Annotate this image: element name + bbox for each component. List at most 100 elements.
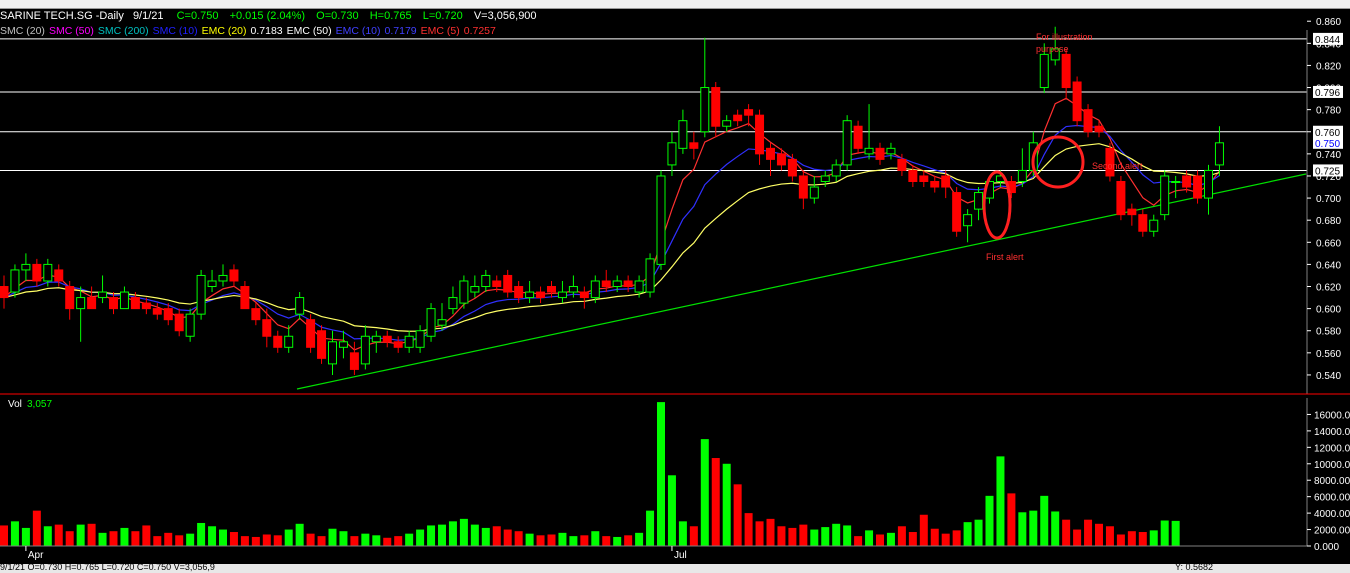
volume-bar bbox=[624, 535, 633, 546]
price-tick-label: 0.580 bbox=[1316, 327, 1341, 338]
candle-body bbox=[382, 335, 392, 343]
candle-body bbox=[634, 280, 644, 293]
candle-body bbox=[262, 319, 272, 337]
candle-body bbox=[974, 192, 984, 210]
price-tick-label: 0.600 bbox=[1316, 305, 1341, 316]
level-tag-label: 0.796 bbox=[1315, 88, 1340, 99]
volume-bar bbox=[569, 536, 578, 546]
volume-bar bbox=[153, 536, 162, 546]
candle-body bbox=[349, 352, 359, 370]
candle-body bbox=[65, 286, 75, 310]
price-tick-label: 0.640 bbox=[1316, 260, 1341, 271]
volume-bar bbox=[470, 524, 479, 546]
volume-bar bbox=[1171, 520, 1180, 546]
candle-body bbox=[207, 280, 217, 288]
candle-body bbox=[240, 286, 250, 310]
volume-bar bbox=[350, 536, 359, 546]
volume-bar bbox=[930, 528, 939, 546]
volume-bar bbox=[700, 439, 709, 546]
status-left: 9/1/21 O=0.730 H=0.765 L=0.720 C=0.750 V… bbox=[0, 562, 215, 572]
price-tick-label: 0.700 bbox=[1316, 194, 1341, 205]
candle-body bbox=[119, 291, 129, 310]
volume-bar bbox=[1062, 519, 1071, 546]
volume-bar bbox=[536, 535, 545, 546]
volume-bar bbox=[32, 510, 41, 546]
price-tick-label: 0.560 bbox=[1316, 349, 1341, 360]
candle-body bbox=[1127, 208, 1137, 216]
volume-bar bbox=[788, 527, 797, 546]
candle-body bbox=[908, 169, 918, 182]
date-axis: Apr Jul bbox=[25, 546, 687, 561]
candle-body bbox=[744, 109, 754, 116]
candle-body bbox=[503, 274, 513, 293]
candle-body bbox=[623, 280, 633, 288]
volume-bar bbox=[908, 532, 917, 546]
volume-bar bbox=[416, 529, 425, 546]
volume-bar bbox=[65, 531, 74, 546]
candle-body bbox=[174, 313, 184, 332]
candle-body bbox=[470, 286, 480, 293]
volume-bar bbox=[1127, 531, 1136, 546]
volume-bar bbox=[427, 525, 436, 546]
volume-bar bbox=[777, 526, 786, 546]
volume-bar bbox=[295, 523, 304, 546]
volume-bar bbox=[678, 521, 687, 546]
volume-bar bbox=[525, 533, 534, 546]
price-tick-label: 0.780 bbox=[1316, 106, 1341, 117]
candle-body bbox=[1072, 81, 1082, 122]
candle-body bbox=[448, 297, 458, 310]
candle-body bbox=[875, 147, 885, 160]
candle-body bbox=[185, 313, 195, 337]
candle-body bbox=[54, 269, 64, 282]
volume-bar bbox=[985, 495, 994, 546]
candle-body bbox=[547, 286, 556, 293]
candle-body bbox=[218, 274, 228, 282]
volume-bar bbox=[273, 535, 282, 546]
volume-bar bbox=[602, 536, 611, 546]
candle-body bbox=[338, 341, 348, 348]
candle-body bbox=[678, 120, 688, 149]
candle-body bbox=[273, 335, 283, 348]
candle-body bbox=[284, 335, 294, 348]
candle-body bbox=[831, 164, 841, 177]
candle-body bbox=[196, 274, 206, 315]
volume-tick-label: 12000.00 bbox=[1314, 443, 1350, 454]
volume-bar bbox=[558, 532, 567, 546]
volume-bar bbox=[317, 536, 326, 546]
candle-body bbox=[1214, 142, 1224, 166]
volume-bar bbox=[744, 513, 753, 546]
candle-body bbox=[601, 280, 611, 288]
candle-body bbox=[98, 291, 108, 299]
volume-bar bbox=[339, 531, 348, 546]
candle-body bbox=[1039, 53, 1049, 89]
vol-value: 3,057 bbox=[27, 399, 52, 410]
price-tick-label: 0.820 bbox=[1316, 61, 1341, 72]
volume-bar bbox=[1051, 511, 1060, 546]
candle-body bbox=[32, 263, 42, 282]
candle-body bbox=[525, 291, 535, 299]
candle-body bbox=[733, 114, 743, 122]
volume-bar bbox=[448, 521, 457, 546]
candle-body bbox=[809, 186, 819, 199]
volume-bar bbox=[229, 532, 238, 546]
volume-bar bbox=[405, 533, 414, 546]
volume-bar bbox=[1007, 493, 1016, 546]
volume-bar bbox=[821, 527, 830, 546]
candle-body bbox=[820, 175, 830, 182]
volume-bar bbox=[120, 527, 129, 546]
volume-bar bbox=[306, 533, 315, 546]
level-tag-label: 0.725 bbox=[1315, 166, 1340, 177]
candle-body bbox=[1149, 219, 1159, 232]
volume-bar bbox=[941, 533, 950, 546]
volume-bar bbox=[897, 526, 906, 546]
volume-bar bbox=[591, 531, 600, 546]
volume-tick-label: 14000.00 bbox=[1314, 427, 1350, 438]
volume-bar bbox=[1149, 530, 1158, 546]
volume-bar bbox=[974, 519, 983, 546]
volume-bar bbox=[438, 524, 446, 546]
candle-body bbox=[842, 120, 852, 166]
candle-body bbox=[700, 87, 710, 133]
candle-body bbox=[10, 269, 20, 293]
candle-body bbox=[317, 330, 327, 359]
candle-body bbox=[371, 335, 381, 343]
